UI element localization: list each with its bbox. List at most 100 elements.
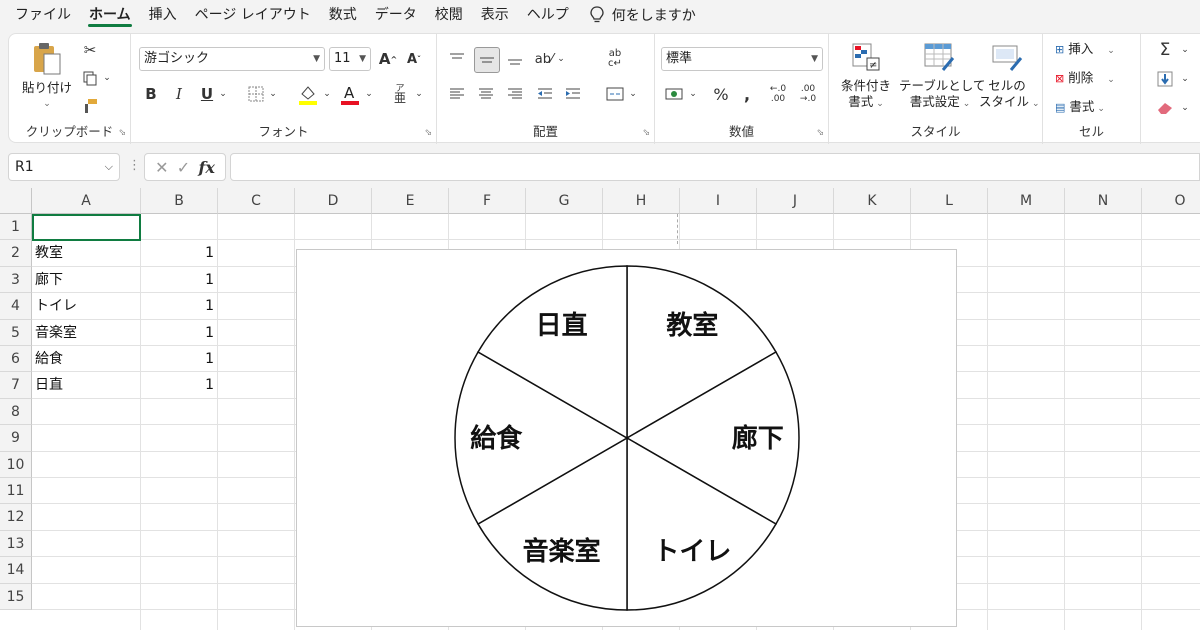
decrease-indent-icon[interactable] (533, 82, 557, 106)
cell-styles-line2[interactable]: スタイル ⌄ (979, 94, 1040, 112)
number-format-dropdown-icon[interactable]: ▼ (811, 48, 818, 70)
decrease-font-size-icon[interactable]: Aˇ (403, 47, 425, 71)
bold-icon[interactable]: B (141, 82, 161, 106)
cell-styles-button[interactable]: セルの (979, 78, 1035, 94)
italic-icon[interactable]: I (169, 82, 189, 106)
delete-cells-button[interactable]: ⊠ 削除 ⌄ (1055, 70, 1135, 88)
cell-B2[interactable]: 1 (141, 240, 217, 266)
format-painter-icon[interactable] (79, 96, 101, 116)
menu-tab-1[interactable]: ホーム (80, 0, 140, 30)
column-header-I[interactable]: I (680, 188, 757, 214)
worksheet[interactable]: A B C D E F G H I J K L M N O 1 2 3 4 5 6 7 8 9 10 11 12 13 14 15 教室 1 廊… (0, 188, 1200, 630)
row-header-12[interactable]: 12 (0, 504, 32, 531)
paste-dropdown-chevron-icon[interactable]: ⌄ (21, 96, 73, 112)
clear-icon[interactable] (1155, 97, 1175, 119)
row-header-7[interactable]: 7 (0, 372, 32, 399)
tell-me-search[interactable]: 何をしますか (590, 5, 696, 25)
increase-font-size-icon[interactable]: A ^ (377, 47, 399, 71)
column-header-A[interactable]: A (32, 188, 141, 214)
font-name-dropdown-icon[interactable]: ▼ (313, 48, 320, 70)
cell-B7[interactable]: 1 (141, 372, 217, 398)
wrap-text-icon[interactable]: ab c↵ (603, 45, 627, 73)
font-name-combo[interactable]: 游ゴシック ▼ (139, 47, 325, 71)
accounting-format-icon[interactable] (663, 82, 687, 106)
column-header-J[interactable]: J (757, 188, 834, 214)
row-header-2[interactable]: 2 (0, 240, 32, 267)
align-left-icon[interactable] (445, 82, 469, 106)
align-middle-icon[interactable] (474, 47, 500, 73)
font-color-icon[interactable]: A (337, 80, 363, 108)
conditional-formatting-icon[interactable]: ≠ (849, 40, 883, 74)
cell-B5[interactable]: 1 (141, 320, 217, 346)
fill-icon[interactable] (1155, 68, 1175, 90)
conditional-formatting-button[interactable]: 条件付き (835, 78, 897, 94)
menu-tab-0[interactable]: ファイル (6, 0, 80, 30)
column-header-B[interactable]: B (141, 188, 218, 214)
column-header-L[interactable]: L (911, 188, 988, 214)
format-cells-button[interactable]: ▤ 書式 ⌄ (1055, 99, 1135, 117)
accounting-dropdown-icon[interactable]: ⌄ (687, 82, 699, 106)
column-header-D[interactable]: D (295, 188, 372, 214)
borders-icon[interactable] (245, 82, 267, 106)
paste-icon[interactable] (27, 40, 67, 80)
row-header-15[interactable]: 15 (0, 583, 32, 610)
column-header-H[interactable]: H (603, 188, 680, 214)
comma-style-icon[interactable]: , (737, 82, 757, 106)
paste-button[interactable]: 貼り付け (21, 80, 73, 96)
menu-tab-7[interactable]: 表示 (472, 0, 518, 30)
merge-center-icon[interactable] (603, 82, 627, 106)
column-header-M[interactable]: M (988, 188, 1065, 214)
font-dialog-launcher-icon[interactable]: ⬂ (424, 128, 432, 138)
menu-tab-3[interactable]: ページ レイアウト (186, 0, 320, 30)
cell-A5[interactable]: 音楽室 (32, 320, 141, 346)
cell-A7[interactable]: 日直 (32, 372, 141, 398)
formula-input[interactable] (230, 153, 1200, 181)
align-bottom-icon[interactable] (503, 47, 527, 71)
row-header-6[interactable]: 6 (0, 346, 32, 373)
align-right-icon[interactable] (503, 82, 527, 106)
align-top-icon[interactable] (445, 47, 469, 71)
menu-tab-6[interactable]: 校閲 (426, 0, 472, 30)
underline-dropdown-icon[interactable]: ⌄ (217, 82, 229, 106)
autosum-icon[interactable]: Σ (1155, 39, 1175, 61)
insert-function-icon[interactable]: fx (198, 158, 214, 177)
orientation-icon[interactable]: ab⁄ (533, 47, 555, 71)
row-header-8[interactable]: 8 (0, 398, 32, 426)
column-header-N[interactable]: N (1065, 188, 1142, 214)
borders-dropdown-icon[interactable]: ⌄ (267, 82, 279, 106)
column-header-F[interactable]: F (449, 188, 526, 214)
cell-B3[interactable]: 1 (141, 267, 217, 293)
insert-cells-button[interactable]: ⊞ 挿入 ⌄ (1055, 41, 1135, 59)
cell-A2[interactable]: 教室 (32, 240, 141, 266)
format-as-table-icon[interactable] (921, 40, 957, 74)
cell-B4[interactable]: 1 (141, 293, 217, 319)
select-all-corner[interactable] (0, 188, 32, 214)
font-size-combo[interactable]: 11 ▼ (329, 47, 371, 71)
increase-indent-icon[interactable] (561, 82, 585, 106)
row-header-9[interactable]: 9 (0, 425, 32, 452)
row-header-5[interactable]: 5 (0, 319, 32, 346)
phonetic-guide-icon[interactable]: ア亜 (389, 80, 411, 108)
menu-tab-5[interactable]: データ (366, 0, 426, 30)
conditional-formatting-line2[interactable]: 書式 ⌄ (835, 94, 897, 112)
cancel-entry-icon[interactable]: ✕ (155, 158, 168, 177)
copy-icon[interactable] (79, 68, 101, 88)
clipboard-dialog-launcher-icon[interactable]: ⬂ (118, 128, 126, 138)
cell-B6[interactable]: 1 (141, 346, 217, 372)
confirm-entry-icon[interactable]: ✓ (177, 158, 190, 177)
align-center-icon[interactable] (474, 82, 498, 106)
orientation-dropdown-icon[interactable]: ⌄ (555, 47, 567, 71)
name-box[interactable]: R1 ⌵ (8, 153, 120, 181)
underline-icon[interactable]: U (197, 82, 217, 106)
cell-A3[interactable]: 廊下 (32, 267, 141, 293)
row-header-3[interactable]: 3 (0, 266, 32, 294)
increase-decimal-icon[interactable]: ←.0.00 (765, 80, 791, 108)
fill-color-dropdown-icon[interactable]: ⌄ (321, 82, 333, 106)
pie-chart[interactable]: 教室 廊下 トイレ 音楽室 給食 日直 (296, 249, 957, 627)
menu-tab-8[interactable]: ヘルプ (518, 0, 578, 30)
merge-dropdown-icon[interactable]: ⌄ (627, 82, 639, 106)
cell-A4[interactable]: トイレ (32, 293, 141, 319)
row-header-1[interactable]: 1 (0, 214, 32, 241)
number-format-combo[interactable]: 標準 ▼ (661, 47, 823, 71)
format-as-table-button[interactable]: テーブルとして (899, 78, 985, 94)
